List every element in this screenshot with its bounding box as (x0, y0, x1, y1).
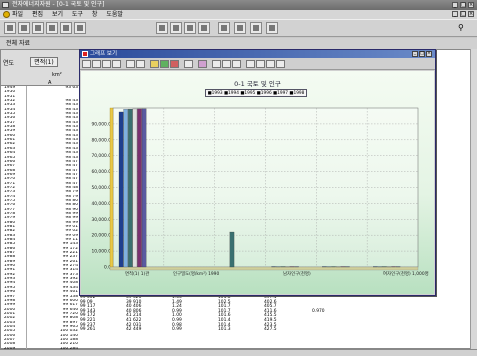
graph-close-icon[interactable]: × (426, 51, 432, 57)
header-year[interactable]: 연도 (3, 58, 25, 67)
table-cell[interactable]: 0.99 (172, 328, 182, 333)
bar-1996 (132, 108, 138, 268)
x-tick-label: 인구밀도(명/km²) 1990 (173, 270, 219, 277)
preview-icon[interactable] (60, 22, 72, 34)
graph-tool-data-icon[interactable] (256, 60, 265, 68)
axis-wall (109, 107, 114, 268)
header-unit: km² (52, 72, 62, 78)
x-tick-label: 면적(1) 1)관 (125, 270, 149, 277)
horizontal-scrollbar[interactable] (0, 349, 477, 356)
table-cell[interactable]: 101.3 (218, 328, 231, 333)
child-close-icon[interactable]: × (468, 11, 474, 17)
y-tick-label: 50,000.0 (91, 185, 111, 191)
graph-app-icon (82, 51, 88, 57)
x-tick-label: 남자인구(천명) (283, 270, 311, 277)
grid-icon[interactable] (156, 22, 168, 34)
y-tick-label: 30,000.0 (91, 217, 111, 223)
graph-tool-font-icon[interactable] (232, 60, 241, 68)
value-column: 93 63 98 43 98 43 98 43 98 43 98 43 98 43 98 43… (26, 86, 80, 351)
menu-file[interactable]: 파일 (12, 11, 23, 18)
extra-columns: 99 002 39 326 1.56 101.8 397.1 99 09 39 910 1.4… (80, 295, 410, 333)
menu-edit[interactable]: 편집 (32, 11, 43, 18)
graph-maximize-icon[interactable]: □ (419, 51, 425, 57)
y-tick-label: 70,000.0 (91, 153, 111, 159)
vertical-scrollbar[interactable] (470, 49, 477, 349)
settings-icon[interactable] (266, 22, 278, 34)
bar-1995 (128, 108, 133, 268)
logo-icon (3, 11, 10, 18)
graph-tool-zoom-icon[interactable] (102, 60, 111, 68)
bar-1998 (141, 108, 147, 268)
sheet-label: 전체 자료 (0, 38, 477, 49)
graph-tool-save-icon[interactable] (136, 60, 145, 68)
axis-floor (109, 266, 419, 271)
year-column: 1949 1950 1951 1952 1953 1954 1955 1956 1957 1958… (4, 86, 26, 351)
graph-tool-bar-icon[interactable] (150, 60, 159, 68)
minimize-icon[interactable]: _ (452, 2, 458, 8)
graph-tool-print-icon[interactable] (126, 60, 135, 68)
graph-window-title[interactable]: 그래프 보기 (80, 50, 435, 58)
bar-1993 (118, 111, 124, 268)
y-tick-label: 40,000.0 (91, 201, 111, 207)
window-titlebar: 전자에너지자원 - [0-1 국토 및 인구] (0, 0, 477, 10)
open-icon[interactable] (4, 22, 16, 34)
menu-window[interactable]: 창 (92, 11, 98, 18)
refresh-icon[interactable] (234, 22, 246, 34)
table-row: 99 261 42 449 0.99 101.3 427.5 (80, 328, 410, 333)
x-tick-label: 여자인구(천명) 1,000명 (383, 270, 429, 277)
bar-1995 (229, 231, 235, 268)
y-tick-label: 90,000.0 (91, 121, 111, 127)
print-icon[interactable] (46, 22, 58, 34)
table-cell[interactable]: 42 449 (126, 328, 141, 333)
bar-1997 (137, 108, 142, 268)
calc-icon[interactable] (218, 22, 230, 34)
table-cell[interactable]: 99 261 (80, 328, 95, 333)
graph-tool-fit-icon[interactable] (112, 60, 121, 68)
menu-bar: 파일 편집 보기 도구 창 도움말 (0, 10, 477, 19)
graph-minimize-icon[interactable]: _ (412, 51, 418, 57)
graph-tool-area-icon[interactable] (184, 60, 193, 68)
graph-tool-help-icon[interactable] (276, 60, 285, 68)
header-area[interactable]: 면적(1) (30, 57, 58, 67)
graph-tool-pie-icon[interactable] (170, 60, 179, 68)
graph-tool-grid-icon[interactable] (222, 60, 231, 68)
table-icon[interactable] (170, 22, 182, 34)
copy-icon[interactable] (32, 22, 44, 34)
table-cell[interactable]: 427.5 (264, 328, 277, 333)
menu-help[interactable]: 도움말 (106, 11, 123, 18)
menu-view[interactable]: 보기 (52, 11, 63, 18)
maximize-icon[interactable]: □ (460, 2, 466, 8)
graph-tool-prev-icon[interactable] (82, 60, 91, 68)
pin-icon[interactable]: ⚲ (458, 23, 464, 32)
bar-chart: 0.010,000.020,000.030,000.040,000.050,00… (91, 107, 429, 277)
graph-tool-line-icon[interactable] (160, 60, 169, 68)
export-icon[interactable] (74, 22, 86, 34)
graph-tool-export-icon[interactable] (266, 60, 275, 68)
graph-tool-color-icon[interactable] (246, 60, 255, 68)
save-icon[interactable] (18, 22, 30, 34)
bar-1994 (123, 109, 128, 268)
app-icon (2, 2, 9, 8)
graph-tool-legend-icon[interactable] (212, 60, 221, 68)
y-tick-label: 20,000.0 (91, 233, 111, 239)
close-icon[interactable]: × (468, 2, 474, 8)
child-minimize-icon[interactable]: _ (452, 11, 458, 17)
child-restore-icon[interactable]: □ (460, 11, 466, 17)
menu-tools[interactable]: 도구 (72, 11, 83, 18)
chart-icon[interactable] (198, 22, 210, 34)
table-header (1, 50, 89, 86)
sort-icon[interactable] (184, 22, 196, 34)
search-icon[interactable] (250, 22, 262, 34)
y-tick-label: 80,000.0 (91, 137, 111, 143)
y-tick-label: 60,000.0 (91, 169, 111, 175)
y-tick-label: 10,000.0 (91, 249, 111, 255)
graph-tool-3d-icon[interactable] (198, 60, 207, 68)
graph-tool-next-icon[interactable] (92, 60, 101, 68)
